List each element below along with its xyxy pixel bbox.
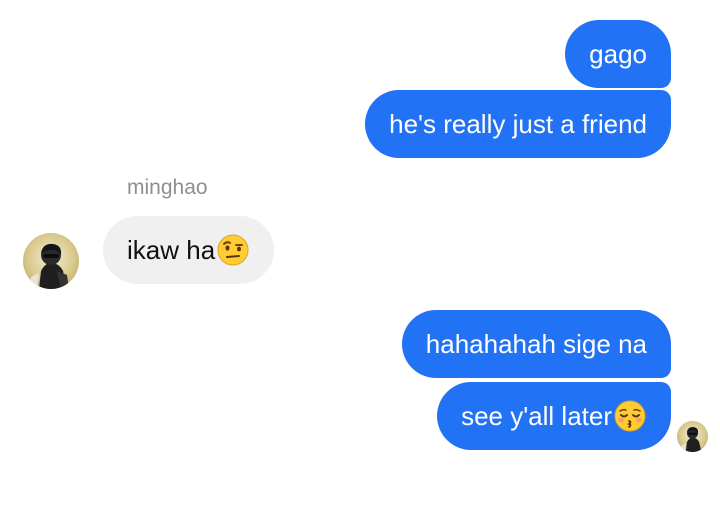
- message-text: ikaw ha: [127, 235, 216, 265]
- outgoing-message[interactable]: he's really just a friend: [365, 90, 671, 158]
- chat-thread: gago he's really just a friend minghao i…: [0, 0, 720, 514]
- outgoing-message[interactable]: hahahahah sige na: [401, 310, 671, 378]
- message-text: see y'all later: [461, 401, 612, 431]
- kissing-face-with-closed-eyes-icon: [613, 399, 647, 433]
- message-text: hahahahah sige na: [425, 329, 647, 359]
- outgoing-message[interactable]: see y'all later: [437, 382, 671, 450]
- incoming-message[interactable]: ikaw ha: [103, 216, 275, 284]
- contact-avatar[interactable]: [23, 233, 79, 289]
- outgoing-message[interactable]: gago: [565, 20, 671, 88]
- message-text: gago: [589, 39, 647, 69]
- avatar-photo-icon: [29, 243, 69, 289]
- sender-name: minghao: [127, 176, 208, 199]
- read-receipt-avatar[interactable]: [677, 421, 708, 452]
- face-with-raised-eyebrow-icon: [216, 233, 250, 267]
- message-text: he's really just a friend: [389, 109, 647, 139]
- avatar-photo-icon: [680, 427, 702, 452]
